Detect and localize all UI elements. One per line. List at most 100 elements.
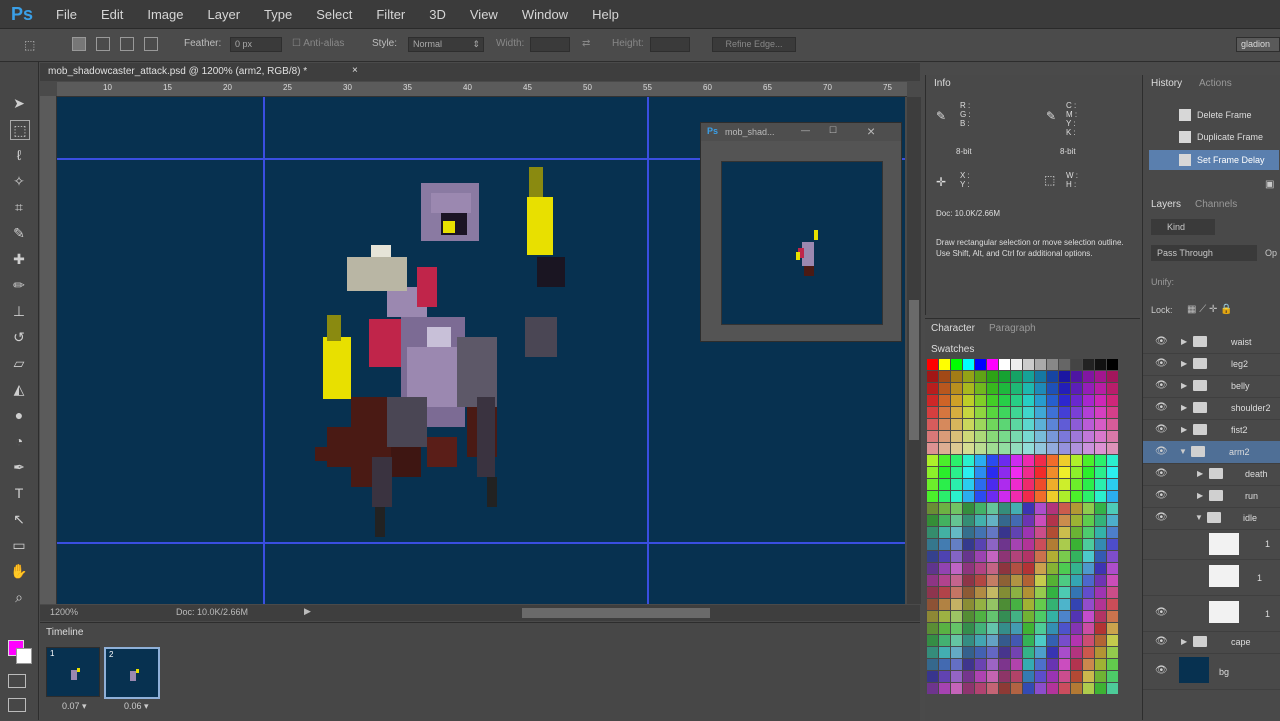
triangle-right-icon[interactable]: ▶ bbox=[1181, 337, 1187, 346]
frame-delay[interactable]: 0.07 ▾ bbox=[62, 701, 87, 712]
layer-thumb[interactable]: 👁 1 bbox=[1143, 595, 1280, 632]
eye-icon[interactable]: 👁 bbox=[1155, 607, 1168, 618]
triangle-right-icon[interactable]: ▶ bbox=[1181, 381, 1187, 390]
eye-icon[interactable]: 👁 bbox=[1155, 358, 1168, 369]
height-input[interactable] bbox=[650, 37, 690, 52]
triangle-right-icon[interactable]: ▶ bbox=[1197, 491, 1203, 500]
menu-file[interactable]: File bbox=[44, 7, 89, 22]
swatch-grid[interactable] bbox=[927, 359, 1123, 705]
close-tab-icon[interactable]: × bbox=[352, 65, 358, 76]
quick-mask-icon[interactable] bbox=[8, 674, 26, 688]
horizontal-scroll-thumb[interactable] bbox=[522, 608, 710, 618]
triangle-down-icon[interactable]: ▼ bbox=[1179, 447, 1187, 456]
add-selection-icon[interactable] bbox=[96, 37, 110, 51]
type-tool-icon[interactable]: T bbox=[10, 484, 28, 502]
triangle-right-icon[interactable]: ▶ bbox=[1197, 469, 1203, 478]
actions-tab[interactable]: Actions bbox=[1199, 78, 1232, 89]
history-item-selected[interactable]: Set Frame Delay bbox=[1149, 150, 1279, 170]
subtract-selection-icon[interactable] bbox=[120, 37, 134, 51]
healing-brush-icon[interactable]: ✚ bbox=[10, 250, 28, 268]
eye-icon[interactable]: 👁 bbox=[1155, 380, 1168, 391]
eye-icon[interactable]: 👁 bbox=[1155, 336, 1168, 347]
move-tool-icon[interactable]: ➤ bbox=[10, 94, 28, 112]
width-input[interactable] bbox=[530, 37, 570, 52]
play-arrow-icon[interactable]: ▶ bbox=[304, 606, 311, 617]
triangle-right-icon[interactable]: ▶ bbox=[1181, 637, 1187, 646]
channels-tab[interactable]: Channels bbox=[1195, 199, 1237, 210]
menu-layer[interactable]: Layer bbox=[196, 7, 253, 22]
anti-alias-checkbox[interactable]: ☐ Anti-alias bbox=[292, 38, 344, 49]
triangle-right-icon[interactable]: ▶ bbox=[1181, 403, 1187, 412]
brush-tool-icon[interactable]: ✏ bbox=[10, 276, 28, 294]
layer-folder-waist[interactable]: 👁 ▶ waist bbox=[1143, 331, 1280, 354]
swatches-tab[interactable]: Swatches bbox=[931, 344, 974, 355]
blend-mode-select[interactable]: Pass Through bbox=[1151, 245, 1257, 261]
layer-folder-death[interactable]: 👁 ▶ death bbox=[1143, 463, 1280, 486]
lasso-tool-icon[interactable]: ℓ bbox=[10, 146, 28, 164]
eye-icon[interactable]: 👁 bbox=[1155, 468, 1168, 479]
eye-icon[interactable]: 👁 bbox=[1155, 636, 1168, 647]
paint-bucket-icon[interactable]: ◭ bbox=[10, 380, 28, 398]
eye-icon[interactable]: 👁 bbox=[1155, 512, 1168, 523]
menu-3d[interactable]: 3D bbox=[417, 7, 458, 22]
menu-type[interactable]: Type bbox=[252, 7, 304, 22]
maximize-icon[interactable]: ☐ bbox=[829, 125, 837, 136]
menu-window[interactable]: Window bbox=[510, 7, 580, 22]
eye-icon[interactable]: 👁 bbox=[1155, 446, 1168, 457]
eye-icon[interactable]: 👁 bbox=[1155, 424, 1168, 435]
info-tab[interactable]: Info bbox=[934, 78, 951, 89]
style-select[interactable]: Normal ⇕ bbox=[408, 37, 484, 52]
layer-folder-belly[interactable]: 👁 ▶ belly bbox=[1143, 375, 1280, 398]
refine-edge-button[interactable]: Refine Edge... bbox=[712, 37, 796, 52]
dodge-tool-icon[interactable]: ◔ bbox=[10, 432, 28, 450]
clone-stamp-icon[interactable]: ⊥ bbox=[10, 302, 28, 320]
path-select-icon[interactable]: ↖ bbox=[10, 510, 28, 528]
layer-bg[interactable]: 👁 bg bbox=[1143, 653, 1280, 690]
layer-thumb[interactable]: 1 bbox=[1143, 559, 1280, 596]
layer-folder-arm2-selected[interactable]: 👁 ▼ arm2 bbox=[1143, 441, 1280, 464]
intersect-selection-icon[interactable] bbox=[144, 37, 158, 51]
layer-folder-shoulder2[interactable]: 👁 ▶ shoulder2 bbox=[1143, 397, 1280, 420]
paragraph-tab[interactable]: Paragraph bbox=[989, 323, 1036, 334]
close-icon[interactable]: × bbox=[867, 123, 875, 139]
kind-filter[interactable]: Kind bbox=[1151, 219, 1215, 235]
eyedropper-icon[interactable]: ✎ bbox=[10, 224, 28, 242]
layer-folder-run[interactable]: 👁 ▶ run bbox=[1143, 485, 1280, 508]
marquee-tool-icon[interactable]: ⬚ bbox=[10, 120, 30, 140]
feather-input[interactable]: 0 px bbox=[230, 37, 282, 52]
quick-select-icon[interactable]: ✧ bbox=[10, 172, 28, 190]
preview-titlebar[interactable]: Ps mob_shad... — ☐ × bbox=[701, 123, 901, 141]
minimize-icon[interactable]: — bbox=[801, 125, 810, 135]
new-selection-icon[interactable] bbox=[72, 37, 86, 51]
menu-filter[interactable]: Filter bbox=[364, 7, 417, 22]
menu-edit[interactable]: Edit bbox=[89, 7, 135, 22]
history-item[interactable]: Duplicate Frame bbox=[1149, 127, 1279, 147]
layer-folder-fist2[interactable]: 👁 ▶ fist2 bbox=[1143, 419, 1280, 442]
history-brush-icon[interactable]: ↺ bbox=[10, 328, 28, 346]
eye-icon[interactable]: 👁 bbox=[1155, 490, 1168, 501]
layer-folder-cape[interactable]: 👁 ▶ cape bbox=[1143, 631, 1280, 654]
background-color-swatch[interactable] bbox=[16, 648, 32, 664]
vertical-scroll-thumb[interactable] bbox=[909, 300, 919, 440]
hand-tool-icon[interactable]: ✋ bbox=[10, 562, 28, 580]
lock-icons[interactable]: ▦ ⟋ ✛ 🔒 bbox=[1187, 304, 1233, 315]
pen-tool-icon[interactable]: ✒ bbox=[10, 458, 28, 476]
layer-thumb[interactable]: 1 bbox=[1143, 529, 1280, 560]
workspace-button[interactable]: gladion bbox=[1236, 37, 1280, 52]
layers-tab[interactable]: Layers bbox=[1151, 199, 1181, 210]
layer-folder-idle[interactable]: 👁 ▼ idle bbox=[1143, 507, 1280, 530]
timeline-tab[interactable]: Timeline bbox=[46, 627, 83, 638]
zoom-readout[interactable]: 1200% bbox=[50, 607, 78, 617]
blur-tool-icon[interactable]: ● bbox=[10, 406, 28, 424]
menu-view[interactable]: View bbox=[458, 7, 510, 22]
timeline-frame-selected[interactable]: 2 bbox=[104, 647, 160, 699]
timeline-frame[interactable]: 1 bbox=[46, 647, 100, 697]
menu-help[interactable]: Help bbox=[580, 7, 631, 22]
document-tab[interactable]: mob_shadowcaster_attack.psd @ 1200% (arm… bbox=[40, 63, 920, 81]
layer-folder-leg2[interactable]: 👁 ▶ leg2 bbox=[1143, 353, 1280, 376]
zoom-tool-icon[interactable]: ⌕ bbox=[10, 588, 28, 606]
history-tab[interactable]: History bbox=[1151, 78, 1182, 89]
triangle-right-icon[interactable]: ▶ bbox=[1181, 425, 1187, 434]
frame-delay[interactable]: 0.06 ▾ bbox=[124, 701, 149, 712]
eraser-icon[interactable]: ▱ bbox=[10, 354, 28, 372]
